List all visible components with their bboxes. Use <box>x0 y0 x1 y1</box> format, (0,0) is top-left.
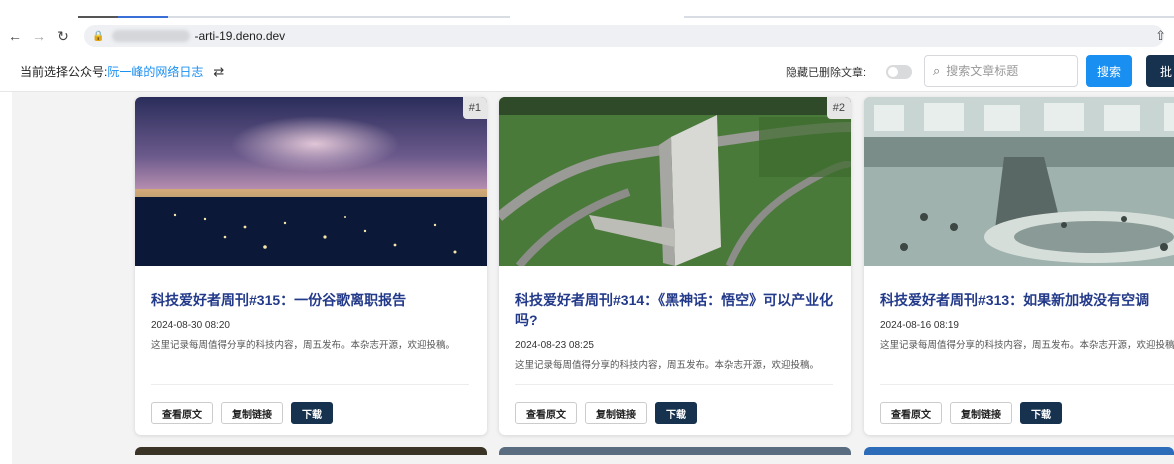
tab-indicator <box>78 16 118 18</box>
app-header: 当前选择公众号:阮一峰的网络日志 ⇄ 隐藏已删除文章: ⌕ 搜索 批 <box>0 50 1174 92</box>
article-title[interactable]: 科技爱好者周刊#313：如果新加坡没有空调 <box>880 290 1174 310</box>
download-button[interactable]: 下载 <box>655 402 697 424</box>
copy-link-button[interactable]: 复制链接 <box>950 402 1012 424</box>
article-card: 科技爱好者周刊#313：如果新加坡没有空调 2024-08-16 08:19 这… <box>864 97 1174 435</box>
hide-deleted-label: 隐藏已删除文章: <box>786 67 867 79</box>
view-original-button[interactable]: 查看原文 <box>151 402 213 424</box>
copy-link-button[interactable]: 复制链接 <box>221 402 283 424</box>
article-cover-image[interactable] <box>499 97 851 266</box>
reload-icon[interactable]: ↻ <box>54 28 72 45</box>
card-divider <box>515 384 833 385</box>
active-tab-indicator <box>118 16 168 18</box>
tab-indicator <box>168 16 510 18</box>
copy-link-button[interactable]: 复制链接 <box>585 402 647 424</box>
back-arrow-icon[interactable]: ← <box>6 28 24 44</box>
address-bar[interactable]: 🔒 -arti-19.deno.dev <box>84 25 1164 47</box>
download-button[interactable]: 下载 <box>1020 402 1062 424</box>
article-description: 这里记录每周值得分享的科技内容，周五发布。本杂志开源，欢迎投稿。 <box>151 340 456 351</box>
article-title[interactable]: 科技爱好者周刊#314：《黑神话：悟空》可以产业化吗? <box>515 290 845 330</box>
tab-indicator <box>684 16 1174 18</box>
article-index-badge: #2 <box>826 97 851 119</box>
next-card-peek <box>499 447 851 455</box>
search-box: ⌕ <box>924 55 1078 87</box>
article-date: 2024-08-16 08:19 <box>880 320 959 331</box>
article-card: #1 科技爱好者周刊#315：一份谷歌离职报告 2024-08-30 08:20… <box>135 97 487 435</box>
share-icon[interactable]: ⇧ <box>1155 28 1166 44</box>
article-description: 这里记录每周值得分享的科技内容，周五发布。本杂志开源，欢迎投稿。 <box>880 340 1174 351</box>
article-cover-image[interactable] <box>864 97 1174 266</box>
article-date: 2024-08-30 08:20 <box>151 320 230 331</box>
article-cover-image[interactable] <box>135 97 487 266</box>
card-divider <box>151 384 469 385</box>
search-button[interactable]: 搜索 <box>1086 55 1132 87</box>
url-text: -arti-19.deno.dev <box>194 29 286 43</box>
batch-button[interactable]: 批 <box>1146 55 1174 87</box>
lock-icon: 🔒 <box>92 30 105 42</box>
browser-tab-strip <box>0 0 1174 22</box>
account-name-link[interactable]: 阮一峰的网络日志 <box>107 65 203 79</box>
current-account-label: 当前选择公众号: <box>20 65 108 79</box>
next-card-peek <box>864 447 1174 455</box>
article-card: #2 科技爱好者周刊#314：《黑神话：悟空》可以产业化吗? 2024-08-2… <box>499 97 851 435</box>
card-divider <box>880 384 1174 385</box>
article-date: 2024-08-23 08:25 <box>515 340 594 351</box>
current-account: 当前选择公众号:阮一峰的网络日志 ⇄ <box>20 63 224 80</box>
view-original-button[interactable]: 查看原文 <box>880 402 942 424</box>
download-button[interactable]: 下载 <box>291 402 333 424</box>
left-gutter <box>0 92 12 464</box>
hide-deleted-toggle[interactable] <box>886 65 912 79</box>
swap-account-icon[interactable]: ⇄ <box>213 64 224 79</box>
forward-arrow-icon[interactable]: → <box>30 28 48 44</box>
browser-toolbar: ← → ↻ 🔒 -arti-19.deno.dev <box>0 22 1174 50</box>
article-title[interactable]: 科技爱好者周刊#315：一份谷歌离职报告 <box>151 290 481 310</box>
card-actions: 查看原文 复制链接 下载 <box>515 402 697 424</box>
next-card-peek <box>135 447 487 455</box>
search-icon: ⌕ <box>933 63 941 78</box>
view-original-button[interactable]: 查看原文 <box>515 402 577 424</box>
card-actions: 查看原文 复制链接 下载 <box>151 402 333 424</box>
toggle-knob <box>888 67 898 77</box>
article-description: 这里记录每周值得分享的科技内容，周五发布。本杂志开源，欢迎投稿。 <box>515 360 820 371</box>
article-grid: #1 科技爱好者周刊#315：一份谷歌离职报告 2024-08-30 08:20… <box>0 92 1174 464</box>
card-actions: 查看原文 复制链接 下载 <box>880 402 1062 424</box>
redacted-url-segment <box>112 30 191 42</box>
article-index-badge: #1 <box>462 97 487 119</box>
search-input[interactable] <box>946 64 1057 78</box>
